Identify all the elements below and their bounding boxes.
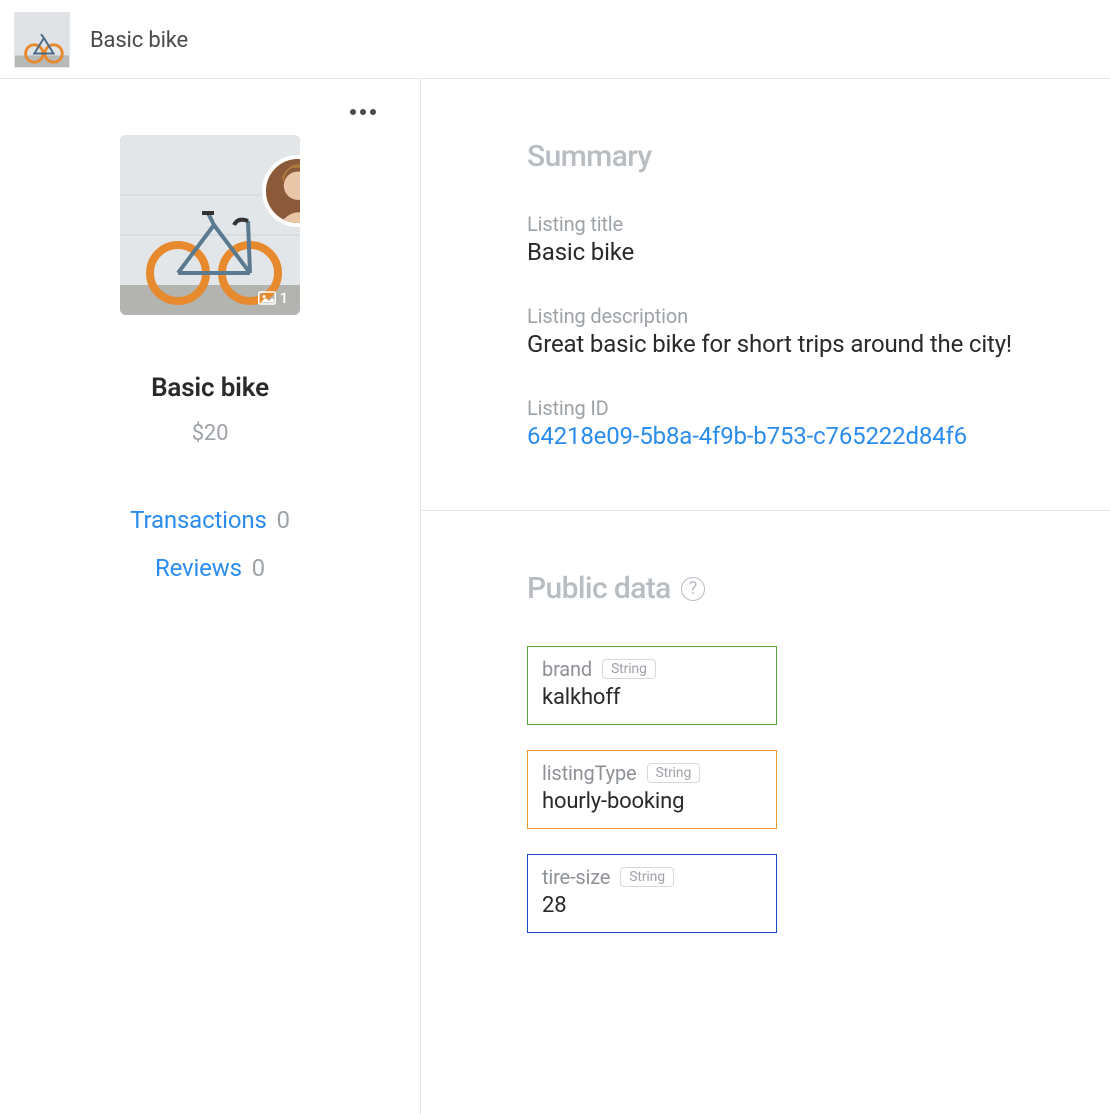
listing-description-value: Great basic bike for short trips around … <box>527 330 1110 358</box>
card-key: listingType <box>542 761 637 785</box>
card-key: brand <box>542 657 592 681</box>
type-badge: String <box>647 763 701 783</box>
public-data-section: Public data ? brand String kalkhoff list… <box>421 511 1110 993</box>
transactions-count: 0 <box>276 506 289 534</box>
summary-heading: Summary <box>527 139 1110 174</box>
public-data-card-brand[interactable]: brand String kalkhoff <box>527 646 777 725</box>
listing-thumbnail-small[interactable] <box>14 12 70 68</box>
image-count-value: 1 <box>280 289 288 307</box>
public-data-cards: brand String kalkhoff listingType String… <box>527 646 1110 933</box>
stat-reviews: Reviews 0 <box>40 554 380 582</box>
summary-section: Summary Listing title Basic bike Listing… <box>421 79 1110 511</box>
help-icon[interactable]: ? <box>681 577 705 601</box>
public-data-card-listing-type[interactable]: listingType String hourly-booking <box>527 750 777 829</box>
card-value: 28 <box>542 893 762 918</box>
transactions-link[interactable]: Transactions <box>130 506 267 534</box>
listing-id-value[interactable]: 64218e09-5b8a-4f9b-b753-c765222d84f6 <box>527 422 1110 450</box>
sidebar: 1 Basic bike $20 Transactions 0 Reviews … <box>0 79 421 1114</box>
type-badge: String <box>602 659 656 679</box>
reviews-count: 0 <box>252 554 265 582</box>
topbar-title: Basic bike <box>90 28 188 53</box>
listing-hero-image[interactable]: 1 <box>120 135 300 315</box>
image-count-badge: 1 <box>258 289 288 307</box>
topbar: Basic bike <box>0 0 1110 79</box>
listing-title-value: Basic bike <box>527 238 1110 266</box>
public-data-heading: Public data <box>527 571 671 606</box>
bike-thumb-icon <box>15 13 69 67</box>
listing-title-label: Listing title <box>527 212 1110 236</box>
listing-title: Basic bike <box>40 373 380 403</box>
content: Summary Listing title Basic bike Listing… <box>421 79 1110 1114</box>
card-value: kalkhoff <box>542 685 762 710</box>
image-icon <box>258 291 276 305</box>
more-actions-button[interactable] <box>346 105 380 119</box>
listing-id-label: Listing ID <box>527 396 1110 420</box>
stat-transactions: Transactions 0 <box>40 506 380 534</box>
avatar-icon <box>266 159 300 223</box>
listing-description-label: Listing description <box>527 304 1110 328</box>
card-value: hourly-booking <box>542 789 762 814</box>
listing-price: $20 <box>40 421 380 446</box>
bike-image-icon <box>120 135 300 315</box>
public-data-card-tire-size[interactable]: tire-size String 28 <box>527 854 777 933</box>
reviews-link[interactable]: Reviews <box>155 554 242 582</box>
type-badge: String <box>620 867 674 887</box>
card-key: tire-size <box>542 865 610 889</box>
